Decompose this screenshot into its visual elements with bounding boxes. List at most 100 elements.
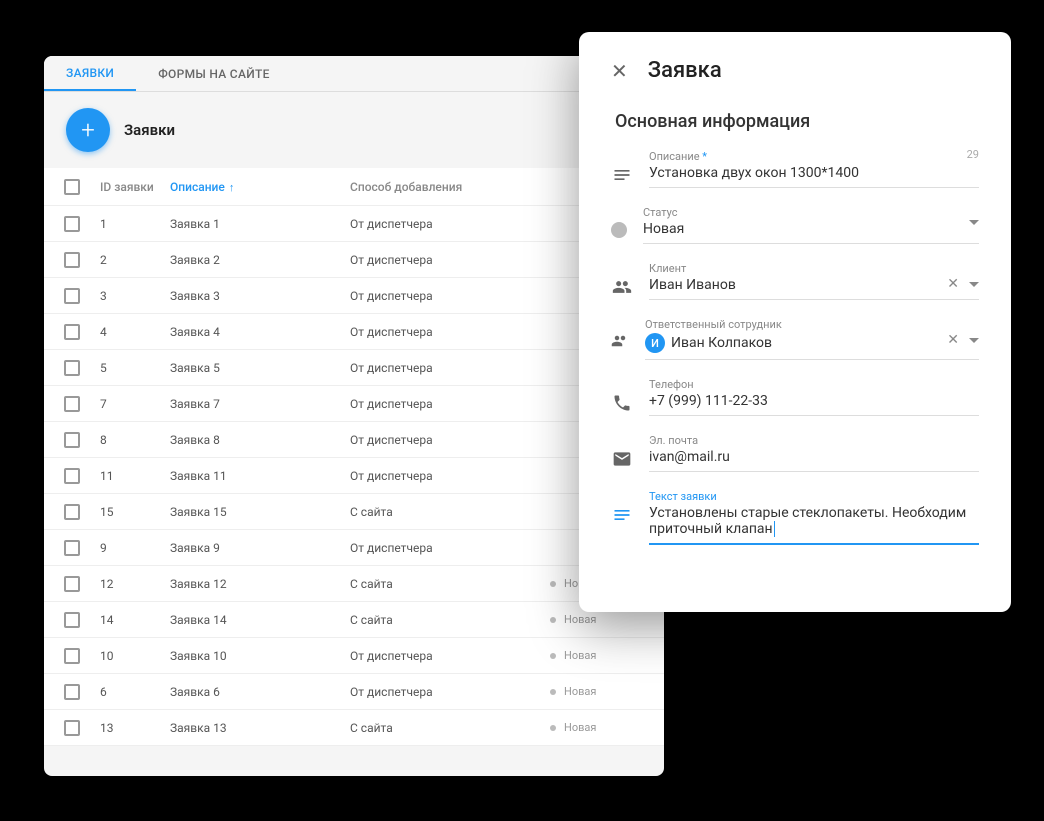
clear-icon[interactable]: ✕ <box>947 332 959 348</box>
cell-id: 6 <box>100 685 170 699</box>
cell-desc: Заявка 5 <box>170 361 350 375</box>
status-dot-icon <box>550 725 556 731</box>
tab-requests[interactable]: ЗАЯВКИ <box>44 56 136 91</box>
cell-id: 2 <box>100 253 170 267</box>
field-value[interactable]: +7 (999) 111-22-33 <box>649 393 979 409</box>
cell-id: 9 <box>100 541 170 555</box>
chevron-down-icon[interactable] <box>969 338 979 343</box>
status-dot-icon <box>550 653 556 659</box>
clear-icon[interactable]: ✕ <box>947 276 959 292</box>
table-row[interactable]: 11Заявка 11От диспетчера <box>44 458 664 494</box>
row-checkbox[interactable] <box>64 576 80 592</box>
chevron-down-icon[interactable] <box>969 282 979 287</box>
cell-method: От диспетчера <box>350 685 550 699</box>
description-field[interactable]: Описание Установка двух окон 1300*1400 2… <box>611 150 979 188</box>
page-title: Заявки <box>124 121 175 139</box>
field-value[interactable]: Иван Иванов <box>649 277 979 293</box>
cell-desc: Заявка 13 <box>170 721 350 735</box>
row-checkbox[interactable] <box>64 252 80 268</box>
col-method[interactable]: Способ добавления <box>350 180 550 194</box>
cell-desc: Заявка 14 <box>170 613 350 627</box>
table-row[interactable]: 7Заявка 7От диспетчера <box>44 386 664 422</box>
row-checkbox[interactable] <box>64 288 80 304</box>
chevron-down-icon[interactable] <box>969 220 979 225</box>
field-value[interactable]: ivan@mail.ru <box>649 449 979 465</box>
cell-method: От диспетчера <box>350 433 550 447</box>
field-value[interactable]: Установлены старые стеклопакеты. Необход… <box>649 505 979 537</box>
status-field[interactable]: Статус Новая <box>611 206 979 244</box>
field-label: Клиент <box>649 262 979 275</box>
col-description[interactable]: Описание↑ <box>170 180 350 194</box>
cell-method: От диспетчера <box>350 361 550 375</box>
email-icon <box>611 448 633 470</box>
employee-field[interactable]: Ответственный сотрудник И Иван Колпаков … <box>611 318 979 360</box>
cell-id: 11 <box>100 469 170 483</box>
row-checkbox[interactable] <box>64 684 80 700</box>
people-icon <box>611 276 633 298</box>
cell-method: С сайта <box>350 577 550 591</box>
cell-id: 14 <box>100 613 170 627</box>
field-label: Описание <box>649 150 979 163</box>
email-field[interactable]: Эл. почта ivan@mail.ru <box>611 434 979 472</box>
cell-status: Новая <box>550 721 650 734</box>
client-field[interactable]: Клиент Иван Иванов ✕ <box>611 262 979 300</box>
cell-id: 7 <box>100 397 170 411</box>
cell-id: 8 <box>100 433 170 447</box>
table-row[interactable]: 1Заявка 1От диспетчера <box>44 206 664 242</box>
row-checkbox[interactable] <box>64 396 80 412</box>
row-checkbox[interactable] <box>64 360 80 376</box>
requests-table: ID заявки Описание↑ Способ добавления 1З… <box>44 168 664 746</box>
row-checkbox[interactable] <box>64 468 80 484</box>
field-value[interactable]: Новая <box>643 221 979 237</box>
cell-id: 3 <box>100 289 170 303</box>
row-checkbox[interactable] <box>64 432 80 448</box>
cell-desc: Заявка 2 <box>170 253 350 267</box>
cell-method: От диспетчера <box>350 649 550 663</box>
field-label: Ответственный сотрудник <box>645 318 979 331</box>
table-row[interactable]: 13Заявка 13С сайтаНовая <box>44 710 664 746</box>
add-request-button[interactable]: + <box>66 108 110 152</box>
row-checkbox[interactable] <box>64 504 80 520</box>
table-row[interactable]: 4Заявка 4От диспетчера <box>44 314 664 350</box>
table-row[interactable]: 6Заявка 6От диспетчераНовая <box>44 674 664 710</box>
text-icon <box>611 504 633 526</box>
cell-method: С сайта <box>350 721 550 735</box>
col-id[interactable]: ID заявки <box>100 180 170 194</box>
table-row[interactable]: 5Заявка 5От диспетчера <box>44 350 664 386</box>
row-checkbox[interactable] <box>64 324 80 340</box>
cell-desc: Заявка 4 <box>170 325 350 339</box>
cell-id: 1 <box>100 217 170 231</box>
row-checkbox[interactable] <box>64 540 80 556</box>
table-row[interactable]: 10Заявка 10От диспетчераНовая <box>44 638 664 674</box>
close-icon[interactable]: ✕ <box>611 59 628 83</box>
detail-header: ✕ Заявка <box>611 58 979 83</box>
cell-id: 10 <box>100 649 170 663</box>
row-checkbox[interactable] <box>64 216 80 232</box>
table-row[interactable]: 8Заявка 8От диспетчера <box>44 422 664 458</box>
field-value[interactable]: И Иван Колпаков <box>645 333 979 353</box>
request-text-field[interactable]: Текст заявки Установлены старые стеклопа… <box>611 490 979 545</box>
people-icon <box>611 332 629 350</box>
cell-desc: Заявка 1 <box>170 217 350 231</box>
tab-forms[interactable]: ФОРМЫ НА САЙТЕ <box>136 56 291 91</box>
table-row[interactable]: 15Заявка 15С сайта <box>44 494 664 530</box>
cell-id: 5 <box>100 361 170 375</box>
table-row[interactable]: 12Заявка 12С сайтаНовая <box>44 566 664 602</box>
field-label: Текст заявки <box>649 490 979 503</box>
field-value[interactable]: Установка двух окон 1300*1400 <box>649 165 979 181</box>
table-row[interactable]: 9Заявка 9От диспетчера <box>44 530 664 566</box>
cell-desc: Заявка 6 <box>170 685 350 699</box>
row-checkbox[interactable] <box>64 720 80 736</box>
row-checkbox[interactable] <box>64 612 80 628</box>
select-all-checkbox[interactable] <box>64 179 80 195</box>
cell-desc: Заявка 11 <box>170 469 350 483</box>
cell-status: Новая <box>550 613 650 626</box>
cell-id: 13 <box>100 721 170 735</box>
table-row[interactable]: 2Заявка 2От диспетчера <box>44 242 664 278</box>
row-checkbox[interactable] <box>64 648 80 664</box>
cell-method: От диспетчера <box>350 397 550 411</box>
phone-field[interactable]: Телефон +7 (999) 111-22-33 <box>611 378 979 416</box>
table-row[interactable]: 3Заявка 3От диспетчера <box>44 278 664 314</box>
cell-desc: Заявка 12 <box>170 577 350 591</box>
table-row[interactable]: 14Заявка 14С сайтаНовая <box>44 602 664 638</box>
